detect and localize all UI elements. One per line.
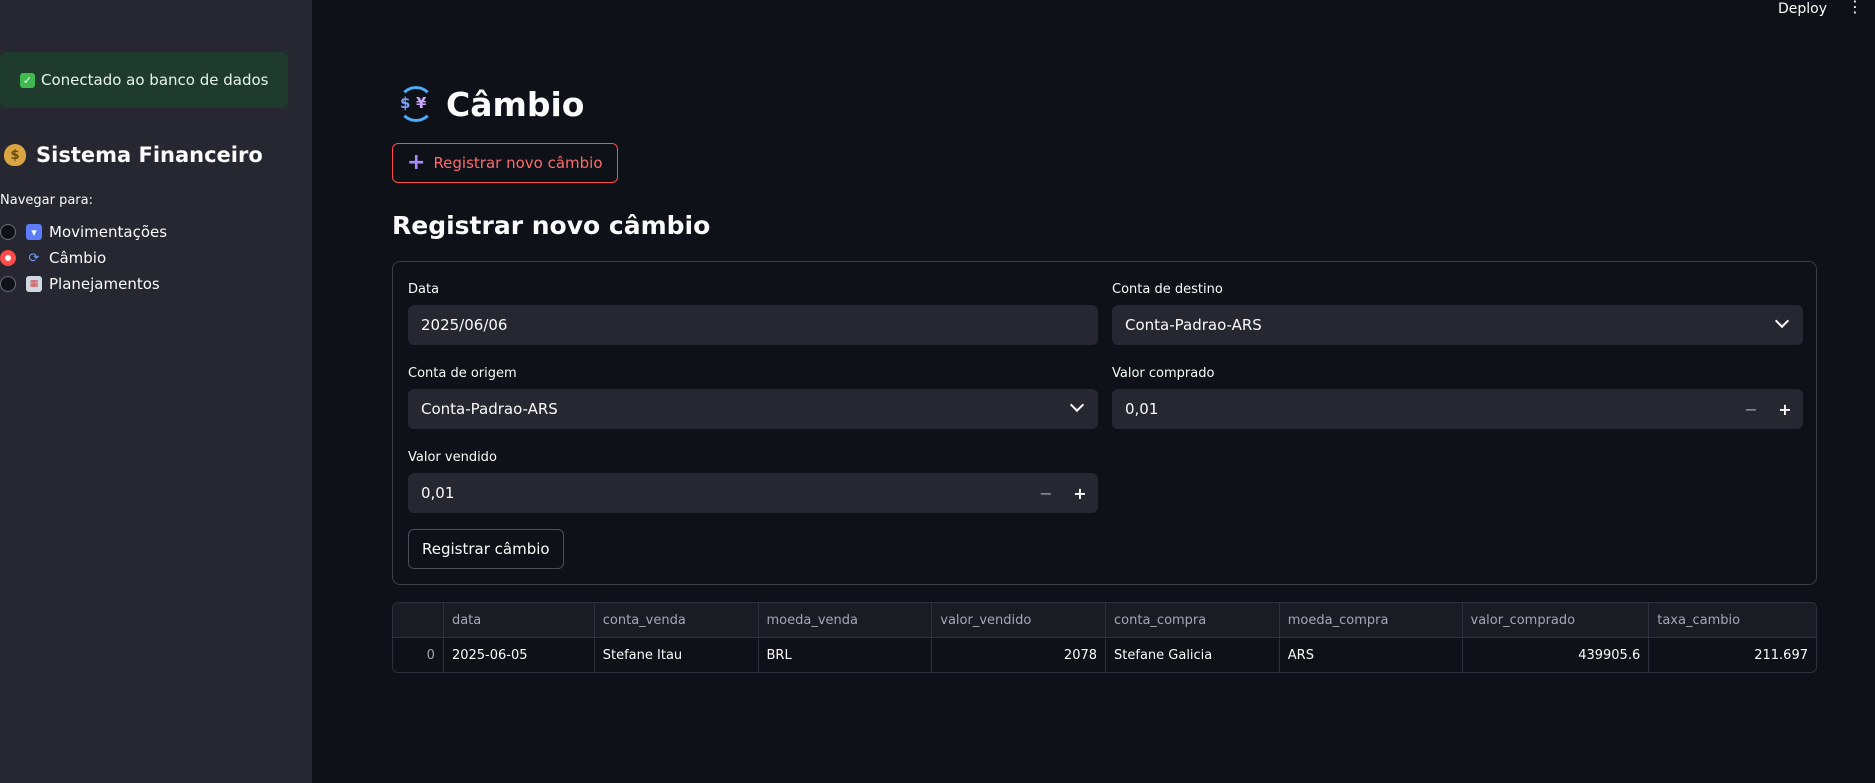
date-label: Data <box>408 282 440 297</box>
sidebar-title: $ Sistema Financeiro <box>4 143 263 167</box>
radio-button[interactable] <box>0 276 16 292</box>
column-header[interactable]: valor_comprado <box>1463 603 1650 637</box>
bought-value-input[interactable]: 0,01 − + <box>1112 389 1803 429</box>
sold-value-label: Valor vendido <box>408 450 497 465</box>
origin-account-select[interactable]: Conta-Padrao-ARS <box>408 389 1098 429</box>
nav-item-label: Câmbio <box>49 249 107 267</box>
new-exchange-button-label: Registrar novo câmbio <box>433 154 603 172</box>
date-input[interactable]: 2025/06/06 <box>408 305 1098 345</box>
destination-account-value: Conta-Padrao-ARS <box>1125 316 1262 334</box>
increment-button[interactable]: + <box>1064 473 1096 513</box>
destination-account-select[interactable]: Conta-Padrao-ARS <box>1112 305 1803 345</box>
sidebar: ✓ Conectado ao banco de dados $ Sistema … <box>0 0 312 783</box>
nav-item-cambio[interactable]: ⟳ Câmbio <box>0 245 167 271</box>
status-message: Conectado ao banco de dados <box>41 71 269 89</box>
connection-status-alert: ✓ Conectado ao banco de dados <box>0 52 288 108</box>
nav-item-label: Movimentações <box>49 223 168 241</box>
radio-button-selected[interactable] <box>0 250 16 266</box>
column-header[interactable]: conta_venda <box>595 603 759 637</box>
origin-account-label: Conta de origem <box>408 366 517 381</box>
column-header[interactable]: conta_compra <box>1106 603 1280 637</box>
table-cell[interactable]: 2025-06-05 <box>444 638 595 672</box>
table-row[interactable]: 0 2025-06-05 Stefane Itau BRL 2078 Stefa… <box>393 638 1816 672</box>
bought-value-label: Valor comprado <box>1112 366 1215 381</box>
nav-item-planejamentos[interactable]: ▦ Planejamentos <box>0 271 167 297</box>
column-header[interactable]: moeda_venda <box>759 603 933 637</box>
table-cell[interactable]: 211.697 <box>1649 638 1816 672</box>
chevron-down-icon <box>1774 313 1790 329</box>
exchange-table[interactable]: data conta_venda moeda_venda valor_vendi… <box>392 602 1817 673</box>
destination-account-label: Conta de destino <box>1112 282 1223 297</box>
nav-label: Navegar para: <box>0 193 93 208</box>
table-cell[interactable]: 439905.6 <box>1463 638 1650 672</box>
table-cell[interactable]: BRL <box>759 638 933 672</box>
sidebar-title-text: Sistema Financeiro <box>36 143 263 167</box>
page-title-text: Câmbio <box>446 84 585 124</box>
currency-exchange-icon: $ ¥ <box>396 84 436 124</box>
table-cell[interactable]: Stefane Itau <box>595 638 759 672</box>
column-header[interactable]: taxa_cambio <box>1649 603 1816 637</box>
sold-value: 0,01 <box>421 484 455 502</box>
decrement-button[interactable]: − <box>1030 473 1062 513</box>
increment-button[interactable]: + <box>1769 389 1801 429</box>
column-header[interactable]: valor_vendido <box>932 603 1107 637</box>
new-exchange-button[interactable]: + Registrar novo câmbio <box>392 143 618 183</box>
register-exchange-button[interactable]: Registrar câmbio <box>408 529 564 569</box>
nav-item-movimentacoes[interactable]: ▾ Movimentações <box>0 219 167 245</box>
nav-item-label: Planejamentos <box>49 275 160 293</box>
money-bag-icon: $ <box>4 144 26 166</box>
column-header[interactable]: moeda_compra <box>1280 603 1463 637</box>
bought-value: 0,01 <box>1125 400 1159 418</box>
column-header[interactable]: data <box>444 603 595 637</box>
sold-value-input[interactable]: 0,01 − + <box>408 473 1098 513</box>
row-index-cell[interactable]: 0 <box>393 638 444 672</box>
calendar-icon: ▦ <box>26 276 42 292</box>
exchange-form: Data 2025/06/06 Conta de destino Conta-P… <box>392 261 1817 585</box>
nav-radio-group: ▾ Movimentações ⟳ Câmbio ▦ Planejamentos <box>0 219 167 297</box>
origin-account-value: Conta-Padrao-ARS <box>421 400 558 418</box>
section-title: Registrar novo câmbio <box>392 211 711 240</box>
more-menu-icon[interactable]: ⋮ <box>1847 0 1863 15</box>
chevron-down-icon <box>1069 397 1085 413</box>
check-icon: ✓ <box>20 72 35 88</box>
column-header[interactable] <box>393 603 444 637</box>
date-value: 2025/06/06 <box>421 316 508 334</box>
page-title: $ ¥ Câmbio <box>396 84 584 124</box>
inbox-tray-icon: ▾ <box>26 224 42 240</box>
table-cell[interactable]: 2078 <box>932 638 1107 672</box>
plus-icon: + <box>407 150 426 175</box>
deploy-button[interactable]: Deploy <box>1778 0 1827 17</box>
table-cell[interactable]: ARS <box>1280 638 1463 672</box>
radio-button[interactable] <box>0 224 16 240</box>
table-cell[interactable]: Stefane Galicia <box>1106 638 1280 672</box>
table-header-row: data conta_venda moeda_venda valor_vendi… <box>393 603 1816 638</box>
currency-exchange-icon: ⟳ <box>28 250 40 266</box>
decrement-button[interactable]: − <box>1735 389 1767 429</box>
